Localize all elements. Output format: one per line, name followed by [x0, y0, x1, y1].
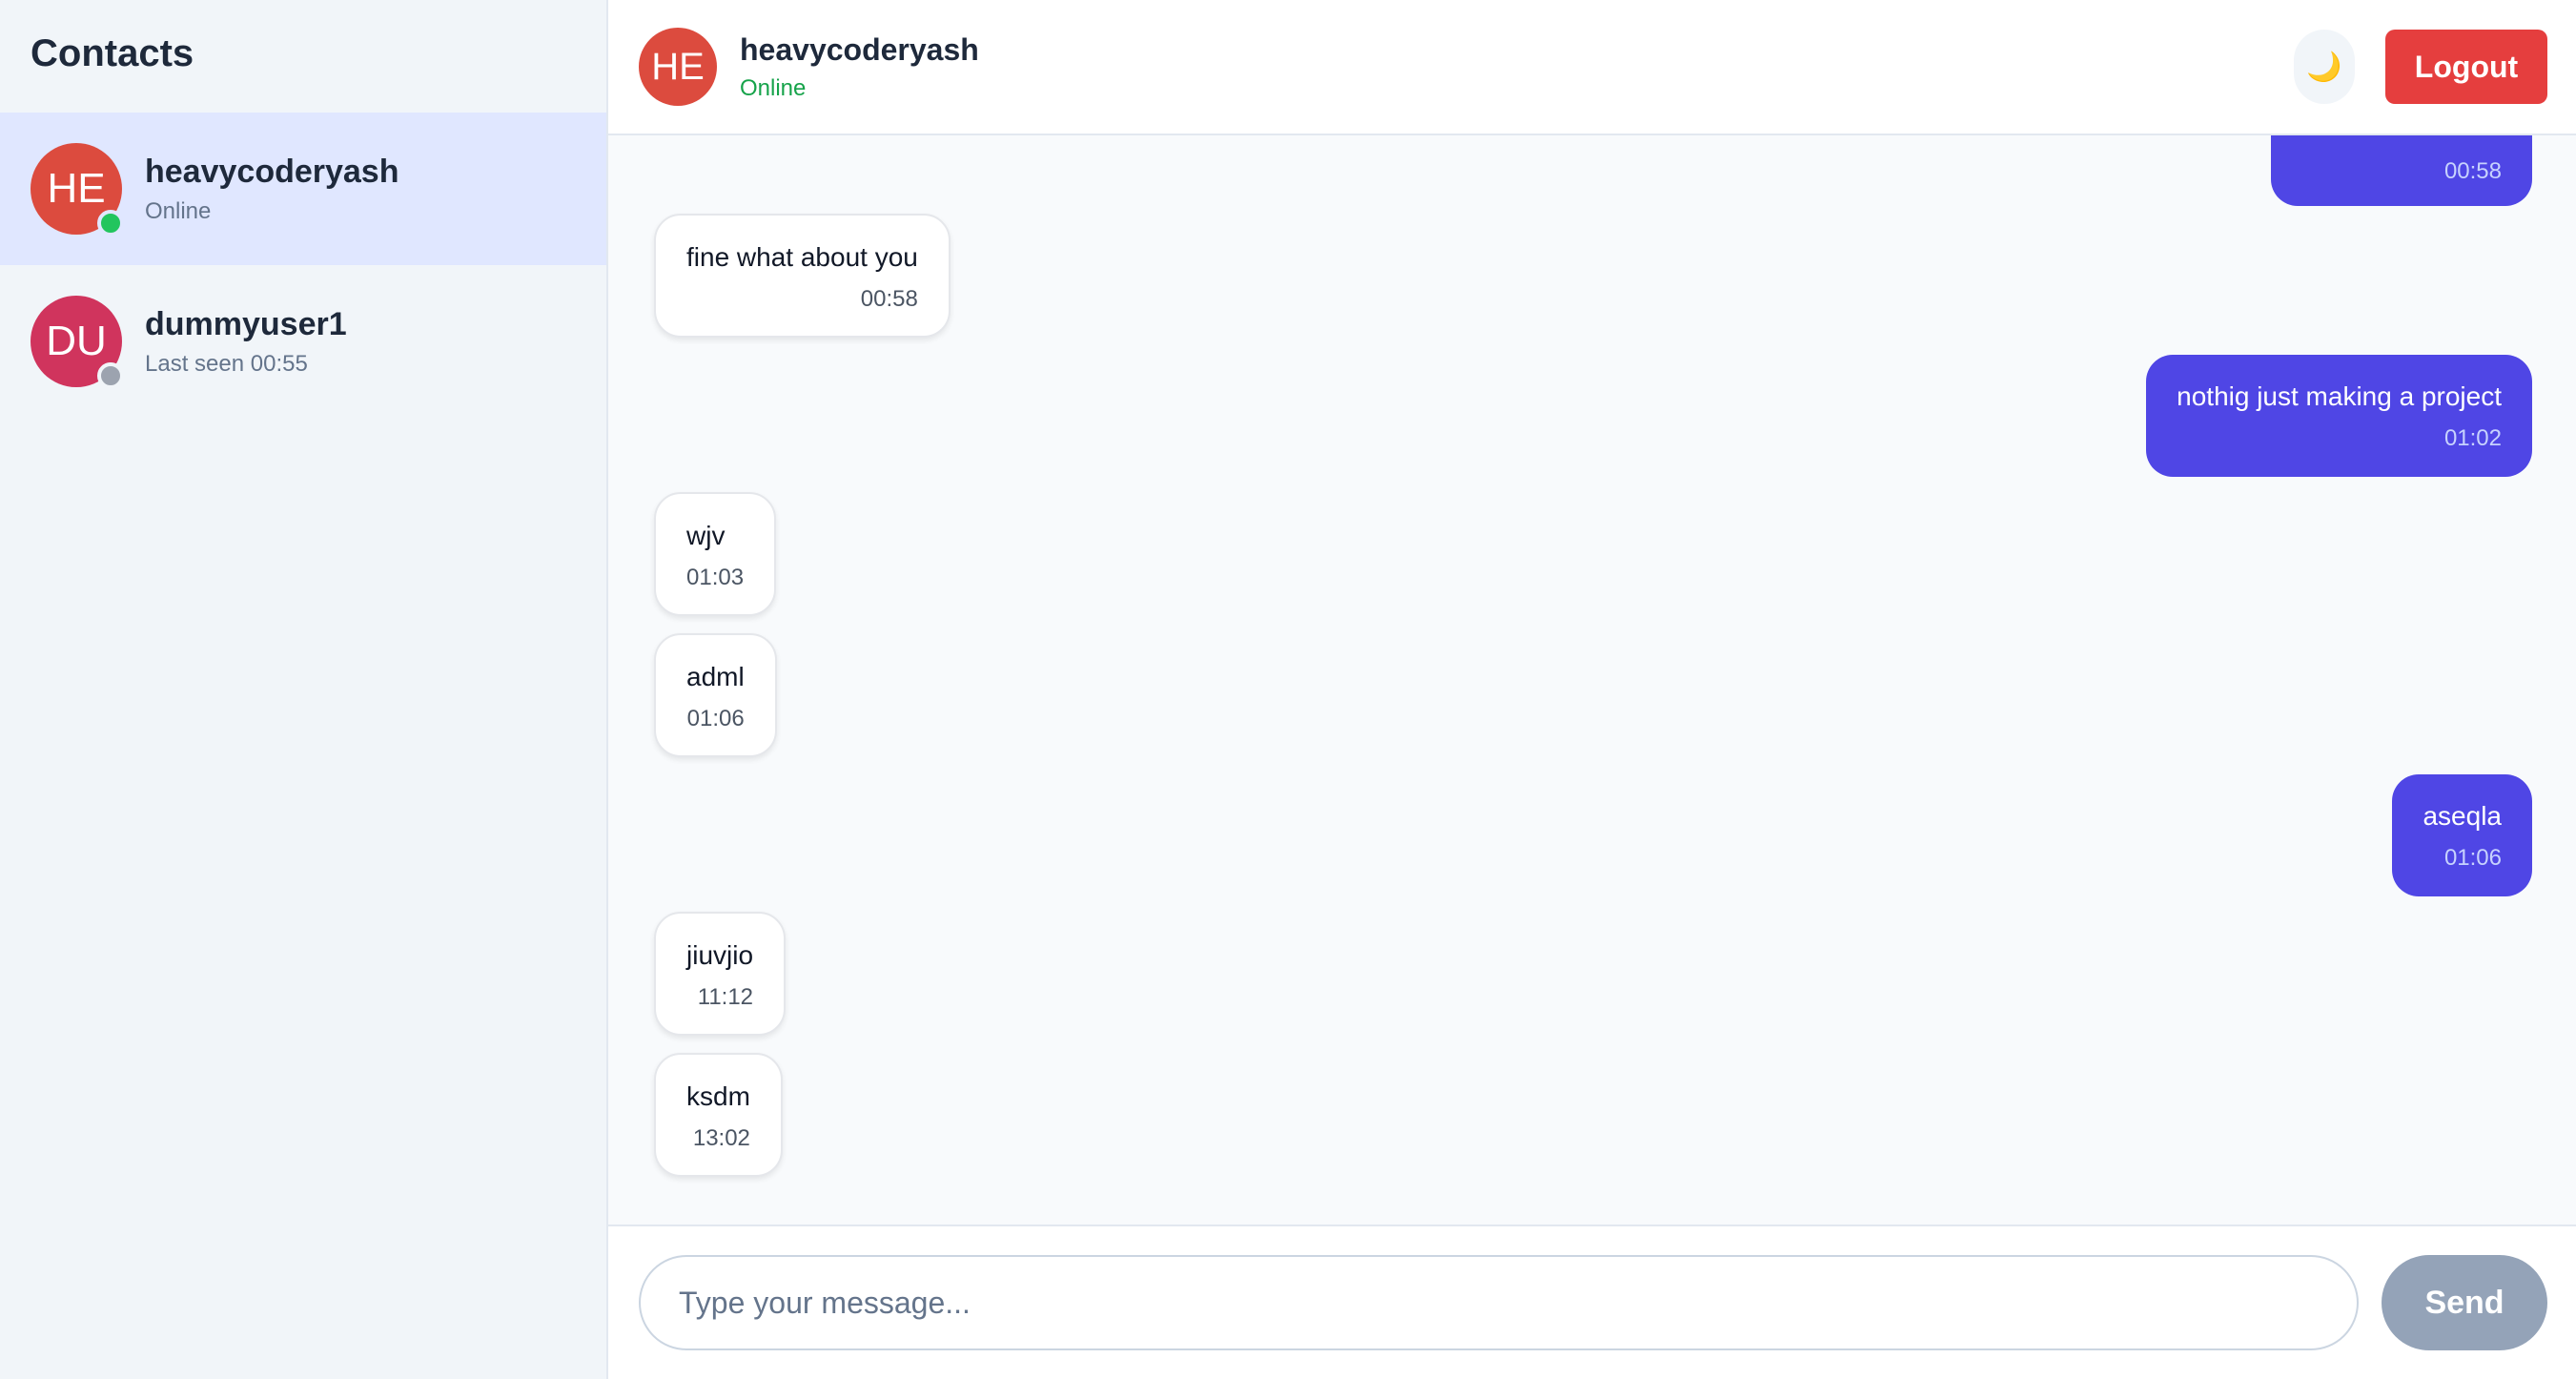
message-time: 01:03 [686, 565, 745, 590]
message-text: fine what about you [686, 242, 918, 272]
message-text: jiuvjio [686, 940, 754, 970]
avatar-wrap: HE [31, 143, 124, 237]
chat-app: Contacts HE heavycoderyash Online DU dum… [0, 0, 2576, 1379]
message-input[interactable] [639, 1255, 2359, 1350]
header-contact-name: heavycoderyash [740, 31, 979, 67]
message-text: nothig just making a project [2177, 381, 2502, 411]
moon-icon: 🌙 [2306, 51, 2342, 83]
message-time: 00:58 [860, 286, 918, 312]
offline-status-dot [97, 362, 124, 389]
contact-name: dummyuser1 [145, 305, 347, 342]
avatar-wrap: DU [31, 296, 124, 389]
message-text: wjv [686, 521, 726, 550]
message-time: 01:02 [2443, 425, 2502, 451]
contact-status: Online [145, 197, 212, 224]
message-time: 01:06 [2443, 845, 2502, 871]
contact-item-dummyuser1[interactable]: DU dummyuser1 Last seen 00:55 [0, 265, 606, 418]
message-bubble-incoming: jiuvjio 11:12 [654, 912, 787, 1036]
message-time: 13:02 [692, 1125, 750, 1151]
message-bubble-incoming: wjv 01:03 [654, 492, 777, 616]
contact-name: heavycoderyash [145, 153, 399, 190]
message-time: 01:06 [686, 706, 745, 731]
message-list[interactable]: 00:58 fine what about you 00:58 nothig j… [608, 135, 2576, 1225]
theme-toggle-button[interactable]: 🌙 [2294, 30, 2355, 104]
message-bubble-incoming: adml 01:06 [654, 633, 777, 757]
header-avatar: HE [639, 28, 717, 106]
contact-info: heavycoderyash Online [145, 154, 399, 225]
logout-button[interactable]: Logout [2385, 30, 2547, 104]
message-composer: Send [608, 1225, 2576, 1379]
message-bubble-outgoing: aseqla 01:06 [2392, 774, 2532, 896]
chat-header: HE heavycoderyash Online 🌙 Logout [608, 0, 2576, 135]
message-text: aseqla [2423, 801, 2502, 831]
header-contact-status: Online [740, 74, 807, 101]
sidebar-title: Contacts [31, 32, 194, 74]
message-text: adml [686, 662, 745, 691]
chat-panel: HE heavycoderyash Online 🌙 Logout 00:58 … [608, 0, 2576, 1379]
contact-info: dummyuser1 Last seen 00:55 [145, 306, 347, 378]
message-time: 11:12 [697, 984, 754, 1010]
contacts-sidebar: Contacts HE heavycoderyash Online DU dum… [0, 0, 608, 1379]
online-status-dot [97, 210, 124, 237]
message-text: ksdm [686, 1081, 750, 1111]
message-bubble-outgoing: nothig just making a project 01:02 [2146, 355, 2532, 477]
message-bubble-incoming: ksdm 13:02 [654, 1053, 783, 1177]
header-info: heavycoderyash Online [740, 32, 979, 102]
send-button[interactable]: Send [2382, 1255, 2547, 1350]
message-time: 00:58 [2443, 158, 2502, 184]
message-bubble-incoming: fine what about you 00:58 [654, 214, 951, 338]
contact-item-heavycoderyash[interactable]: HE heavycoderyash Online [0, 113, 606, 265]
contact-status: Last seen 00:55 [145, 350, 308, 377]
message-bubble-outgoing: 00:58 [2271, 135, 2532, 206]
